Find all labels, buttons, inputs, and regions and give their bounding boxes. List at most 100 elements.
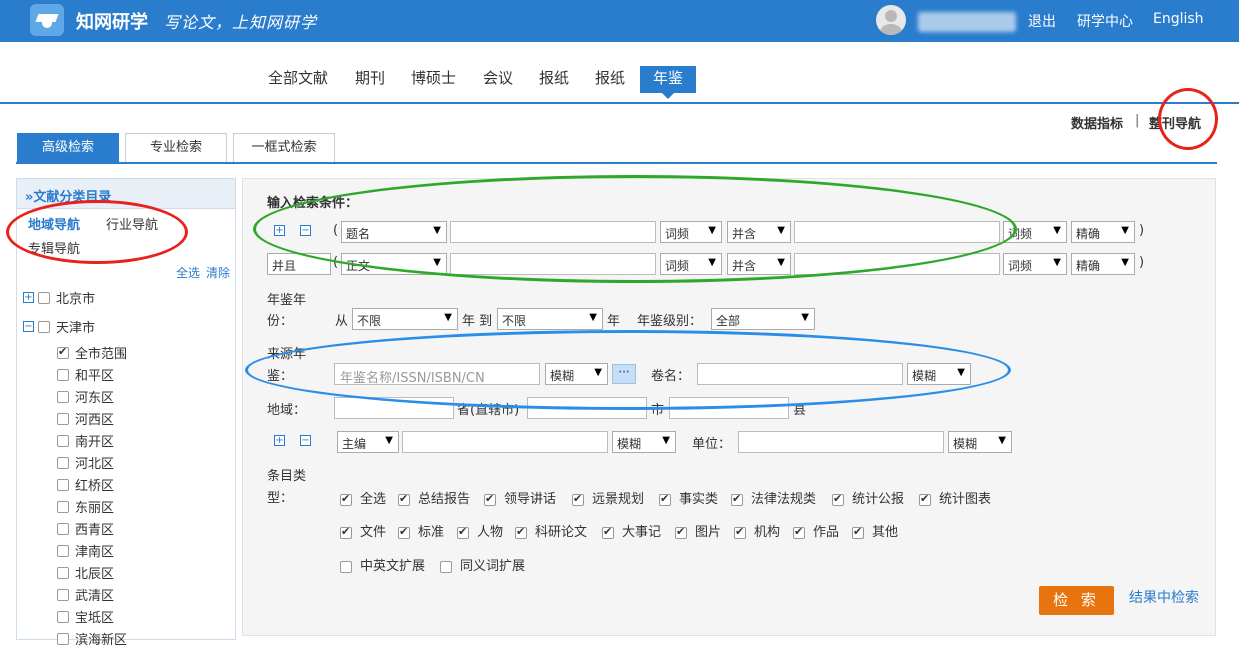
tab-advanced-search[interactable]: 高级检索 (17, 133, 119, 163)
checkbox[interactable] (57, 588, 69, 601)
tree-leaf[interactable]: 西青区 (57, 519, 114, 539)
checkbox[interactable] (57, 368, 69, 381)
entry-type-checkbox[interactable]: 法律法规类 (731, 488, 816, 507)
field-select-1[interactable]: 题名 ▼ (341, 221, 447, 243)
tab-newspaper-2[interactable]: 报纸 (595, 66, 625, 93)
keyword-input-2b[interactable] (794, 253, 1000, 275)
add-row-icon[interactable]: + (274, 435, 285, 446)
entry-type-checkbox[interactable]: 标准 (398, 521, 444, 540)
unit-input[interactable] (738, 431, 944, 453)
checkbox[interactable] (57, 632, 69, 645)
user-avatar-icon[interactable] (876, 5, 906, 35)
entry-type-checkbox[interactable]: 统计公报 (832, 488, 904, 507)
synonym-expand-checkbox[interactable]: 同义词扩展 (440, 555, 525, 574)
checkbox[interactable] (57, 522, 69, 535)
remove-row-icon[interactable]: − (300, 435, 311, 446)
checkbox[interactable] (57, 500, 69, 513)
match-select-1[interactable]: 精确 ▼ (1071, 221, 1135, 243)
match-select-2[interactable]: 精确 ▼ (1071, 253, 1135, 275)
source-match-select[interactable]: 模糊 ▼ (545, 363, 608, 385)
tab-conference[interactable]: 会议 (483, 66, 513, 93)
entry-type-checkbox[interactable]: 科研论文 (515, 521, 587, 540)
cn-en-expand-checkbox[interactable]: 中英文扩展 (340, 555, 425, 574)
collapse-icon[interactable]: − (23, 321, 34, 332)
logic-select-2[interactable]: 并含 ▼ (727, 253, 791, 275)
bool-select-2[interactable]: 并且 (267, 253, 331, 275)
year-to-select[interactable]: 不限 ▼ (497, 308, 603, 330)
more-options-button[interactable]: ··· (612, 364, 636, 384)
tree-leaf[interactable]: 北辰区 (57, 563, 114, 583)
tree-leaf[interactable]: 河东区 (57, 387, 114, 407)
entry-type-checkbox[interactable]: 机构 (734, 521, 780, 540)
tree-leaf[interactable]: 宝坻区 (57, 607, 114, 627)
editor-field-select[interactable]: 主编 ▼ (337, 431, 399, 453)
checkbox-checked[interactable] (57, 345, 69, 359)
select-all-link[interactable]: 全选 (176, 264, 200, 281)
tab-yearbook[interactable]: 年鉴 (640, 66, 696, 99)
tree-leaf[interactable]: 和平区 (57, 365, 114, 385)
editor-match-select[interactable]: 模糊 ▼ (612, 431, 676, 453)
tree-node-tianjin[interactable]: − 天津市 (23, 317, 95, 337)
tree-leaf[interactable]: 津南区 (57, 541, 114, 561)
checkbox[interactable] (38, 320, 50, 333)
checkbox[interactable] (57, 478, 69, 491)
yearbook-level-select[interactable]: 全部 ▼ (711, 308, 815, 330)
entry-type-checkbox[interactable]: 大事记 (602, 521, 661, 540)
tree-leaf[interactable]: 全市范围 (57, 343, 127, 363)
album-nav-link[interactable]: 专辑导航 (28, 238, 80, 257)
data-index-link[interactable]: 数据指标 (1071, 113, 1123, 132)
checkbox[interactable] (57, 390, 69, 403)
industry-nav-link[interactable]: 行业导航 (106, 214, 158, 233)
tab-thesis[interactable]: 博硕士 (411, 66, 456, 93)
entry-type-checkbox[interactable]: 图片 (675, 521, 721, 540)
entry-type-checkbox[interactable]: 统计图表 (919, 488, 991, 507)
yearbook-name-input[interactable]: 年鉴名称/ISSN/ISBN/CN (334, 363, 540, 386)
city-input[interactable] (527, 397, 647, 419)
checkbox[interactable] (57, 434, 69, 447)
volume-input[interactable] (697, 363, 903, 385)
tree-leaf[interactable]: 南开区 (57, 431, 114, 451)
entry-type-checkbox[interactable]: 事实类 (659, 488, 718, 507)
tab-newspaper[interactable]: 报纸 (539, 66, 569, 93)
freq-select-1[interactable]: 词频 ▼ (660, 221, 722, 243)
checkbox[interactable] (57, 412, 69, 425)
field-select-2[interactable]: 正文 ▼ (341, 253, 447, 275)
entry-type-checkbox[interactable]: 人物 (457, 521, 503, 540)
checkbox[interactable] (57, 456, 69, 469)
freq-select-1b[interactable]: 词频 ▼ (1003, 221, 1067, 243)
checkbox[interactable] (57, 610, 69, 623)
province-input[interactable] (334, 397, 454, 419)
search-button[interactable]: 检 索 (1039, 586, 1114, 615)
year-from-select[interactable]: 不限 ▼ (352, 308, 458, 330)
tree-leaf[interactable]: 河北区 (57, 453, 114, 473)
english-link[interactable]: English (1153, 11, 1204, 27)
tree-leaf[interactable]: 武清区 (57, 585, 114, 605)
tree-node-beijing[interactable]: + 北京市 (23, 288, 95, 308)
logout-link[interactable]: 退出 (1028, 11, 1056, 31)
keyword-input-1[interactable] (450, 221, 656, 243)
entry-type-checkbox[interactable]: 总结报告 (398, 488, 470, 507)
tree-leaf[interactable]: 红桥区 (57, 475, 114, 495)
logic-select-1[interactable]: 并含 ▼ (727, 221, 791, 243)
tab-professional-search[interactable]: 专业检索 (125, 133, 227, 163)
checkbox[interactable] (57, 544, 69, 557)
full-journal-nav-link[interactable]: 整刊导航 (1149, 113, 1201, 132)
unit-match-select[interactable]: 模糊 ▼ (948, 431, 1012, 453)
region-nav-link[interactable]: 地域导航 (28, 214, 80, 233)
tree-leaf[interactable]: 河西区 (57, 409, 114, 429)
add-row-icon[interactable]: + (274, 225, 285, 236)
entry-type-checkbox[interactable]: 文件 (340, 521, 386, 540)
entry-type-checkbox[interactable]: 全选 (340, 488, 386, 507)
tree-leaf[interactable]: 东丽区 (57, 497, 114, 517)
expand-icon[interactable]: + (23, 292, 34, 303)
entry-type-checkbox[interactable]: 作品 (793, 521, 839, 540)
entry-type-checkbox[interactable]: 领导讲话 (484, 488, 556, 507)
tree-leaf[interactable]: 滨海新区 (57, 629, 127, 649)
keyword-input-1b[interactable] (794, 221, 1000, 243)
freq-select-2[interactable]: 词频 ▼ (660, 253, 722, 275)
freq-select-2b[interactable]: 词频 ▼ (1003, 253, 1067, 275)
entry-type-checkbox[interactable]: 远景规划 (572, 488, 644, 507)
research-center-link[interactable]: 研学中心 (1077, 11, 1133, 31)
editor-input[interactable] (402, 431, 608, 453)
tab-all-docs[interactable]: 全部文献 (268, 66, 328, 93)
